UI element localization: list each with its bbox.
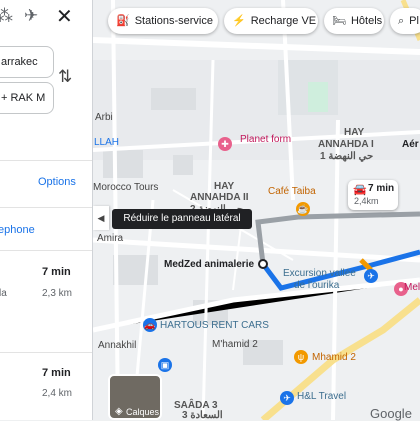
divider: [0, 352, 92, 353]
layers-label: Calques: [126, 407, 160, 417]
map-label: de l'ourika: [294, 280, 340, 291]
chip-places[interactable]: ⌕ Pl: [390, 8, 420, 34]
swap-icon[interactable]: ⇅: [58, 67, 72, 87]
chip-label: Stations-service: [134, 15, 213, 27]
map-label: H&L Travel: [297, 391, 347, 402]
map-label: Morocco Tours: [93, 182, 159, 193]
divider: [0, 250, 92, 251]
layers-button[interactable]: ◈ Calques: [108, 374, 162, 420]
walk-icon[interactable]: ⁂: [0, 6, 13, 26]
close-icon[interactable]: ✕: [56, 4, 73, 29]
map-label: Mhamid 2: [312, 352, 356, 363]
route-distance: 2,3 km: [42, 288, 73, 299]
map-label: Arbi: [95, 112, 113, 123]
map-label: HAY: [214, 181, 235, 192]
map-label: حي النهضة 1: [320, 151, 374, 162]
map-label: ANNAHDA II: [190, 192, 249, 203]
map-label: Excursion vallée: [283, 268, 356, 279]
badge-time: 7 min: [368, 183, 395, 194]
map-label: M'hamid 2: [212, 339, 258, 350]
map-label: LLAH: [94, 137, 120, 148]
options-button[interactable]: Options: [38, 176, 76, 188]
route-time: 7 min: [42, 367, 71, 379]
map-label: Amira: [97, 233, 124, 244]
destination-field[interactable]: + RAK M: [0, 82, 54, 114]
chip-recharge-ve[interactable]: ⚡ Recharge VE: [224, 8, 318, 34]
map-label: Annakhil: [98, 340, 137, 351]
chip-hotels[interactable]: 🛏 Hôtels: [324, 8, 384, 34]
google-logo: Google: [370, 406, 412, 421]
airplane-icon[interactable]: ✈: [24, 6, 38, 26]
destination-label: MedZed animalerie: [164, 259, 255, 270]
chip-label: Recharge VE: [250, 15, 317, 27]
map-label: Aér: [402, 139, 419, 150]
ev-charger-icon: ⚡: [232, 15, 246, 27]
map-label: Café Taiba: [268, 186, 316, 197]
map-label: السعادة 3: [182, 410, 223, 421]
collapse-panel-button[interactable]: ◀: [93, 206, 109, 230]
divider: [0, 160, 92, 161]
route-via: la: [0, 288, 7, 299]
chevron-left-icon: ◀: [97, 213, 105, 223]
route-time: 7 min: [42, 266, 71, 278]
car-rental-pin-icon: 🚗: [143, 318, 157, 332]
car-icon: 🚘: [353, 184, 367, 196]
gas-station-icon: ⛽: [116, 15, 130, 27]
search-icon: ⌕: [398, 15, 405, 27]
map-label: Mel: [404, 282, 420, 293]
hotel-icon: 🛏: [332, 15, 346, 27]
hotel-pin-icon: ▣: [158, 358, 172, 372]
travel-pin-icon: ✈: [364, 269, 378, 283]
chip-label: Hôtels: [350, 15, 383, 27]
badge-distance: 2,4km: [354, 196, 379, 206]
layers-icon: ◈: [115, 406, 123, 417]
cafe-pin-icon: ☕: [296, 202, 310, 216]
route-time-badge[interactable]: 🚘 7 min 2,4km: [348, 180, 398, 210]
chip-stations-service[interactable]: ⛽ Stations-service: [108, 8, 218, 34]
collapse-tooltip: Réduire le panneau latéral: [112, 209, 252, 229]
map-label: ANNAHDA I: [318, 139, 374, 150]
chip-label: Pl: [409, 15, 419, 27]
origin-value: arrakec: [1, 56, 38, 68]
destination-value: + RAK M: [1, 92, 46, 104]
route-distance: 2,4 km: [42, 388, 73, 399]
origin-field[interactable]: arrakec: [0, 46, 54, 78]
send-to-phone-link[interactable]: ephone: [0, 224, 35, 236]
map-label: HAY: [344, 127, 365, 138]
travel-pin-icon: ✈: [280, 391, 294, 405]
restaurant-pin-icon: ψ: [294, 350, 308, 364]
map-label: HARTOUS RENT CARS: [160, 320, 269, 331]
divider: [0, 207, 92, 208]
fitness-pin-icon: ✚: [218, 137, 232, 151]
directions-panel: ⁂ ✈ ✕ arrakec + RAK M ⇅ Options ephone 7…: [0, 0, 93, 420]
map-label: Planet form: [240, 134, 292, 145]
